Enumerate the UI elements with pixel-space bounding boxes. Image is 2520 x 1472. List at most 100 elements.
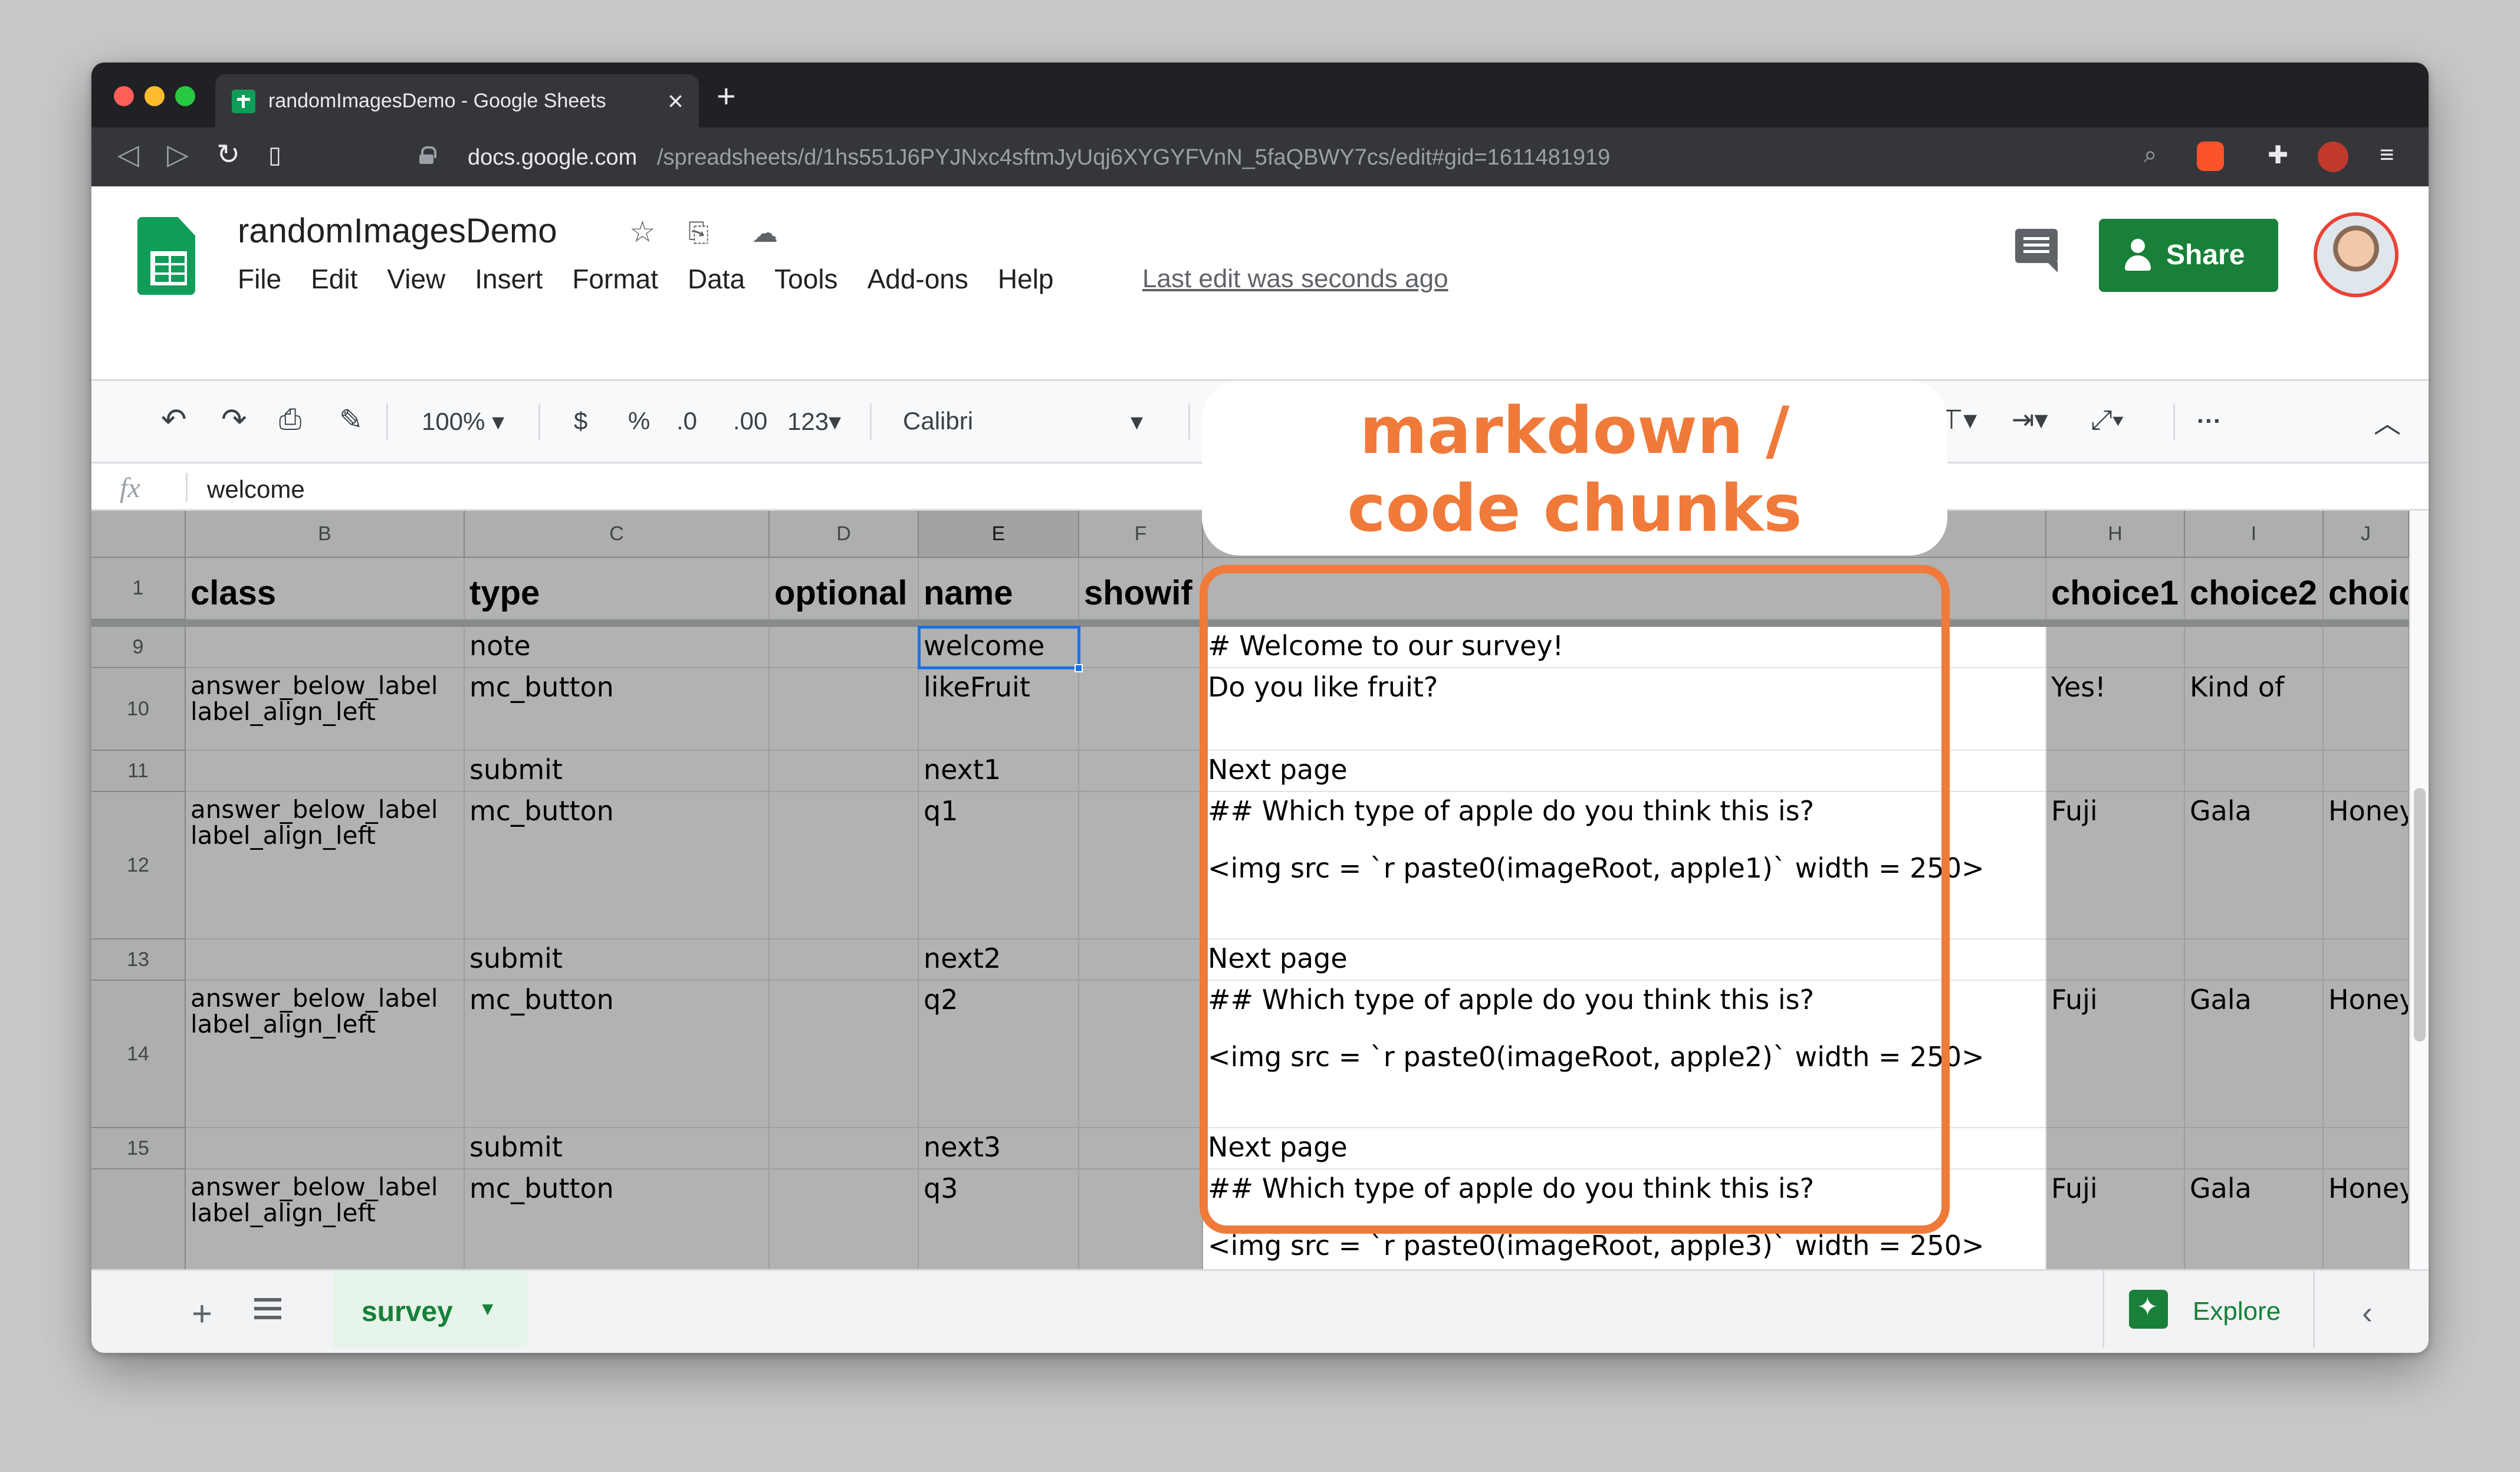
cloud-status-icon[interactable]: ☁ — [752, 218, 778, 248]
table-cell[interactable] — [1079, 627, 1203, 668]
profile-extension-icon[interactable] — [2318, 142, 2348, 172]
decrease-decimal-button[interactable]: .0 — [676, 407, 697, 435]
last-edit-link[interactable]: Last edit was seconds ago — [1142, 264, 1448, 294]
chevron-down-icon[interactable]: ▼ — [478, 1298, 497, 1320]
select-all-corner[interactable] — [91, 511, 186, 558]
table-cell[interactable] — [770, 939, 919, 981]
table-cell[interactable] — [2185, 627, 2324, 668]
table-cell[interactable] — [1079, 1128, 1203, 1169]
table-cell[interactable]: submit — [465, 751, 770, 792]
table-cell[interactable]: next2 — [919, 939, 1079, 981]
table-cell[interactable] — [2185, 939, 2324, 981]
column-header-h[interactable]: H — [2046, 511, 2185, 558]
text-wrapping-icon[interactable]: ⇥▾ — [2012, 403, 2048, 435]
sheets-logo-icon[interactable] — [137, 217, 195, 295]
back-icon[interactable]: ◁ — [117, 138, 139, 171]
fill-handle[interactable] — [1075, 664, 1083, 672]
currency-button[interactable]: $ — [574, 407, 587, 435]
table-cell[interactable] — [186, 751, 465, 792]
table-cell[interactable] — [770, 981, 919, 1128]
table-cell[interactable] — [186, 1128, 465, 1169]
table-cell[interactable] — [2324, 627, 2409, 668]
header-cell-choice1[interactable]: choice1 — [2046, 558, 2185, 620]
column-header-b[interactable]: B — [186, 511, 465, 558]
avatar[interactable] — [2314, 212, 2399, 297]
row-header[interactable]: 11 — [91, 751, 186, 792]
comment-history-icon[interactable] — [2015, 229, 2058, 272]
table-cell[interactable] — [2185, 1128, 2324, 1169]
address-bar[interactable]: docs.google.com /spreadsheets/d/1hs551J6… — [410, 136, 2285, 178]
extensions-icon[interactable]: ✚ — [2268, 140, 2288, 169]
column-header-i[interactable]: I — [2185, 511, 2324, 558]
sheet-tab-survey[interactable]: survey ▼ — [333, 1271, 528, 1348]
brave-shield-icon[interactable] — [2197, 142, 2224, 171]
table-cell[interactable] — [2046, 751, 2185, 792]
forward-icon[interactable]: ▷ — [167, 138, 189, 171]
table-cell[interactable] — [2046, 627, 2185, 668]
table-cell[interactable]: Honeycrisp — [2324, 792, 2409, 939]
reload-icon[interactable]: ↻ — [216, 138, 240, 171]
explore-button[interactable]: Explore — [2102, 1271, 2315, 1348]
table-cell[interactable]: q1 — [919, 792, 1079, 939]
table-cell[interactable]: Kind of — [2185, 668, 2324, 751]
percent-button[interactable]: % — [628, 407, 650, 435]
header-cell-showif[interactable]: showif — [1079, 558, 1203, 620]
header-cell-choice3[interactable]: choice3 — [2324, 558, 2409, 620]
row-header[interactable]: 14 — [91, 981, 186, 1128]
menu-view[interactable]: View — [387, 263, 445, 295]
table-cell[interactable]: Gala — [2185, 792, 2324, 939]
column-header-f[interactable]: F — [1079, 511, 1203, 558]
table-cell[interactable] — [2324, 668, 2409, 751]
row-header[interactable]: 12 — [91, 792, 186, 939]
star-icon[interactable]: ☆ — [629, 215, 656, 249]
row-header[interactable]: 10 — [91, 668, 186, 751]
browser-menu-icon[interactable]: ≡ — [2380, 140, 2394, 169]
document-title[interactable]: randomImagesDemo — [238, 211, 557, 251]
share-button[interactable]: Share — [2099, 219, 2278, 292]
close-window-button[interactable] — [114, 86, 134, 106]
table-cell[interactable]: q2 — [919, 981, 1079, 1128]
header-cell-type[interactable]: type — [465, 558, 770, 620]
table-cell[interactable]: answer_below_label label_align_left — [186, 668, 465, 751]
table-cell[interactable] — [1079, 751, 1203, 792]
header-cell-choice2[interactable]: choice2 — [2185, 558, 2324, 620]
table-cell[interactable] — [1079, 939, 1203, 981]
table-cell[interactable] — [2046, 939, 2185, 981]
zoom-icon[interactable]: ⌕ — [2144, 142, 2157, 168]
table-cell[interactable]: Fuji — [2046, 981, 2185, 1128]
vertical-scrollbar[interactable] — [2409, 511, 2429, 1307]
table-cell[interactable] — [1079, 981, 1203, 1128]
table-cell[interactable] — [1079, 792, 1203, 939]
row-header[interactable]: 13 — [91, 939, 186, 981]
table-cell[interactable]: note — [465, 627, 770, 668]
table-cell[interactable] — [2324, 1128, 2409, 1169]
zoom-select[interactable]: 100% ▾ — [422, 407, 504, 436]
table-cell[interactable]: Fuji — [2046, 792, 2185, 939]
header-cell-class[interactable]: class — [186, 558, 465, 620]
menu-file[interactable]: File — [238, 263, 281, 295]
table-cell[interactable]: Gala — [2185, 981, 2324, 1128]
column-header-d[interactable]: D — [770, 511, 919, 558]
menu-add-ons[interactable]: Add-ons — [868, 263, 968, 295]
bookmark-icon[interactable]: ▯ — [268, 142, 281, 169]
menu-data[interactable]: Data — [688, 263, 745, 295]
text-rotation-icon[interactable]: ⤢▾ — [2091, 403, 2124, 436]
undo-icon[interactable]: ↶ — [161, 402, 187, 438]
menu-format[interactable]: Format — [572, 263, 658, 295]
formula-input[interactable]: welcome — [207, 475, 305, 504]
table-cell[interactable] — [1079, 668, 1203, 751]
print-icon[interactable]: ⎙ — [279, 403, 301, 436]
minimize-window-button[interactable] — [144, 86, 165, 106]
column-header-j[interactable]: J — [2324, 511, 2409, 558]
font-select[interactable]: Calibri ▾ — [903, 407, 1151, 435]
close-tab-icon[interactable]: × — [668, 85, 684, 117]
table-cell[interactable]: Honeycrisp — [2324, 981, 2409, 1128]
all-sheets-icon[interactable] — [254, 1298, 281, 1319]
column-header-c[interactable]: C — [465, 511, 770, 558]
paint-format-icon[interactable]: ✎ — [339, 403, 363, 436]
table-cell[interactable]: submit — [465, 939, 770, 981]
redo-icon[interactable]: ↷ — [221, 402, 247, 438]
menu-edit[interactable]: Edit — [311, 263, 357, 295]
menu-tools[interactable]: Tools — [774, 263, 837, 295]
table-cell[interactable]: mc_button — [465, 668, 770, 751]
